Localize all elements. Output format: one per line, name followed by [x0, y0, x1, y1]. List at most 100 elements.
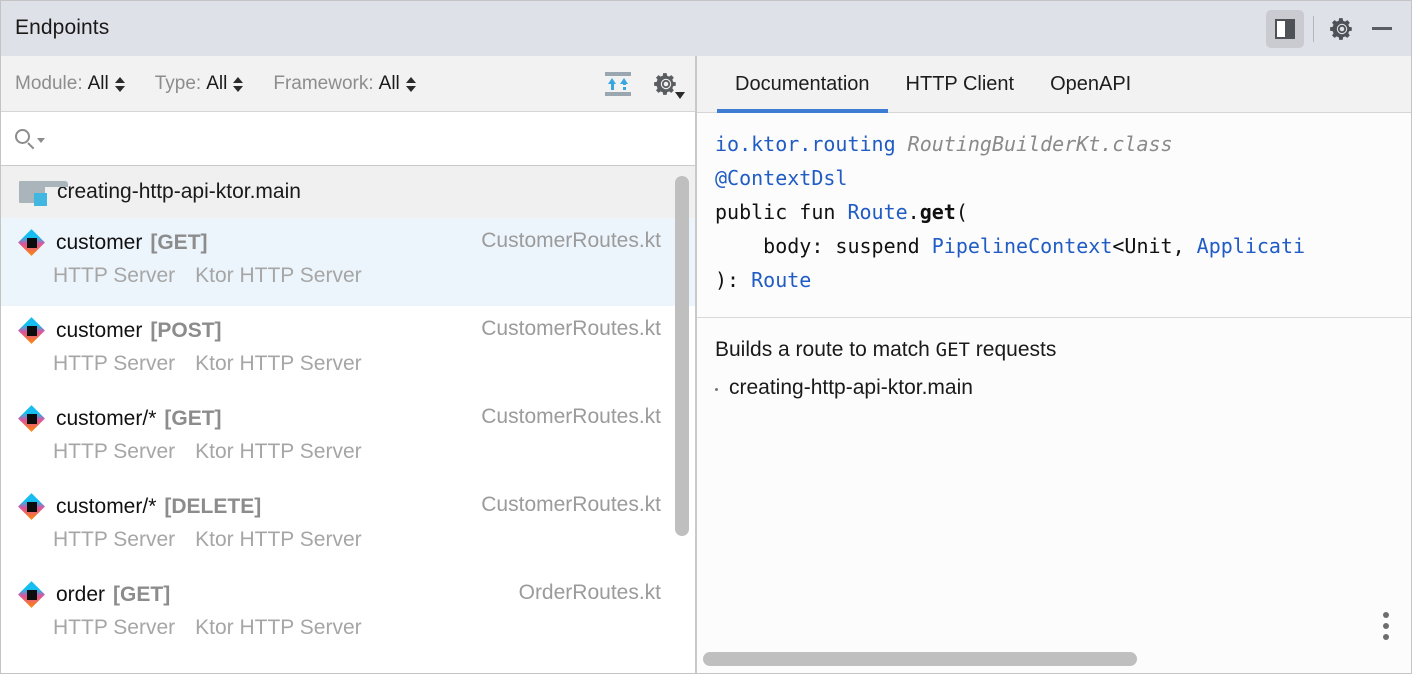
endpoint-secondary-line: HTTP Server Ktor HTTP Server [19, 440, 695, 464]
expand-all-icon [605, 72, 631, 96]
details-tabbar: Documentation HTTP Client OpenAPI [697, 56, 1411, 113]
filter-module[interactable]: Module: All [15, 73, 125, 95]
endpoint-framework: Ktor HTTP Server [195, 352, 361, 376]
signature-annotation: @ContextDsl [715, 166, 847, 190]
filters-toolbar: Module: All Type: All Framework: All [1, 56, 695, 112]
endpoint-file: OrderRoutes.kt [519, 581, 661, 605]
ktor-icon [19, 582, 45, 608]
signature-package: io.ktor.routing [715, 132, 896, 156]
signature-open-paren: ( [956, 200, 968, 224]
filter-type-value: All [206, 73, 227, 95]
endpoint-file: CustomerRoutes.kt [481, 317, 661, 341]
table-row[interactable]: customer/* [GET] CustomerRoutes.kt HTTP … [1, 394, 695, 482]
list-vertical-scrollbar[interactable] [675, 176, 689, 666]
ktor-icon [19, 406, 45, 432]
ktor-icon [19, 318, 45, 344]
filter-framework[interactable]: Framework: All [273, 73, 415, 95]
endpoint-file: CustomerRoutes.kt [481, 493, 661, 517]
tab-openapi-label: OpenAPI [1050, 73, 1131, 96]
endpoint-framework: Ktor HTTP Server [195, 528, 361, 552]
search-row[interactable] [1, 112, 695, 166]
table-row[interactable]: customer [GET] CustomerRoutes.kt HTTP Se… [1, 218, 695, 306]
table-row[interactable]: order [GET] OrderRoutes.kt HTTP Server K… [1, 570, 695, 658]
table-row[interactable]: customer/* [DELETE] CustomerRoutes.kt HT… [1, 482, 695, 570]
scrollbar-thumb[interactable] [675, 176, 689, 536]
description-text: Builds a route to match GET requests [697, 317, 1411, 367]
settings-button[interactable] [1323, 10, 1361, 48]
endpoint-primary-line: customer [POST] CustomerRoutes.kt [19, 314, 695, 348]
signature-dot: . [908, 200, 920, 224]
chevron-down-icon [675, 92, 685, 99]
module-folder-icon [19, 181, 45, 203]
endpoint-primary-line: order [GET] OrderRoutes.kt [19, 578, 695, 612]
signature-block: io.ktor.routing RoutingBuilderKt.class @… [697, 113, 1411, 307]
list-item[interactable]: creating-http-api-ktor.main [715, 369, 1411, 407]
more-options-icon [1383, 623, 1389, 629]
filter-framework-label: Framework: [273, 73, 373, 95]
endpoint-type: HTTP Server [53, 616, 175, 640]
table-row[interactable]: customer [POST] CustomerRoutes.kt HTTP S… [1, 306, 695, 394]
endpoint-file: CustomerRoutes.kt [481, 229, 661, 253]
endpoint-method: [POST] [150, 319, 221, 343]
endpoint-secondary-line: HTTP Server Ktor HTTP Server [19, 616, 695, 640]
more-options-icon [1383, 612, 1389, 618]
endpoint-method: [GET] [113, 583, 170, 607]
chevron-down-icon [37, 138, 45, 143]
filters-group: Module: All Type: All Framework: All [15, 56, 416, 112]
signature-param-generic-open: <Unit, [1112, 234, 1196, 258]
tab-documentation-label: Documentation [735, 73, 870, 96]
filter-module-value: All [88, 73, 109, 95]
endpoint-secondary-line: HTTP Server Ktor HTTP Server [19, 264, 695, 288]
endpoint-path: customer/* [56, 407, 156, 431]
scrollbar-thumb[interactable] [703, 652, 1137, 666]
endpoint-framework: Ktor HTTP Server [195, 616, 361, 640]
signature-function-name: get [920, 200, 956, 224]
endpoint-type: HTTP Server [53, 264, 175, 288]
tab-documentation[interactable]: Documentation [717, 56, 888, 112]
minimize-icon [1372, 27, 1392, 30]
filter-module-label: Module: [15, 73, 83, 95]
split-pane-toggle-button[interactable] [1266, 10, 1304, 48]
expand-all-button[interactable] [599, 65, 637, 103]
endpoint-primary-line: customer [GET] CustomerRoutes.kt [19, 226, 695, 260]
list-group-header[interactable]: creating-http-api-ktor.main [1, 166, 695, 218]
endpoint-path: customer/* [56, 495, 156, 519]
description-bullets: creating-http-api-ktor.main [697, 369, 1411, 407]
more-options-button[interactable] [1377, 606, 1395, 646]
toolbar-settings-button[interactable] [647, 65, 685, 103]
endpoint-type: HTTP Server [53, 440, 175, 464]
endpoint-primary-line: customer/* [GET] CustomerRoutes.kt [19, 402, 695, 436]
tab-http-client-label: HTTP Client [906, 73, 1015, 96]
minimize-button[interactable] [1363, 10, 1401, 48]
endpoints-left-pane: Module: All Type: All Framework: All [1, 56, 695, 674]
signature-param-generic-rest: Applicati [1197, 234, 1305, 258]
documentation-horizontal-scrollbar[interactable] [697, 652, 1411, 666]
tab-openapi[interactable]: OpenAPI [1032, 56, 1149, 112]
description-block: Builds a route to match GET requests cre… [697, 317, 1411, 407]
signature-modifiers: public fun [715, 200, 847, 224]
description-text-after: requests [970, 338, 1056, 361]
description-text-before: Builds a route to match [715, 338, 936, 361]
documentation-body: io.ktor.routing RoutingBuilderKt.class @… [697, 113, 1411, 674]
chevron-updown-icon [233, 77, 243, 92]
tab-http-client[interactable]: HTTP Client [888, 56, 1033, 112]
filter-framework-value: All [379, 73, 400, 95]
ktor-icon [19, 230, 45, 256]
endpoint-secondary-line: HTTP Server Ktor HTTP Server [19, 352, 695, 376]
signature-param-name: body: suspend [763, 234, 932, 258]
search-input[interactable] [55, 128, 695, 150]
endpoint-framework: Ktor HTTP Server [195, 440, 361, 464]
filter-type-label: Type: [155, 73, 201, 95]
endpoint-path: order [56, 583, 105, 607]
signature-param-indent [715, 234, 763, 258]
signature-close-paren: ): [715, 268, 751, 292]
endpoint-primary-line: customer/* [DELETE] CustomerRoutes.kt [19, 490, 695, 524]
signature-param-type: PipelineContext [932, 234, 1113, 258]
signature-return-type: Route [751, 268, 811, 292]
details-pane: Documentation HTTP Client OpenAPI io.kto… [697, 56, 1411, 674]
magnifier-icon [15, 129, 35, 149]
gear-icon [1329, 16, 1355, 42]
search-icon[interactable] [15, 129, 45, 149]
filter-type[interactable]: Type: All [155, 73, 244, 95]
endpoint-file: CustomerRoutes.kt [481, 405, 661, 429]
